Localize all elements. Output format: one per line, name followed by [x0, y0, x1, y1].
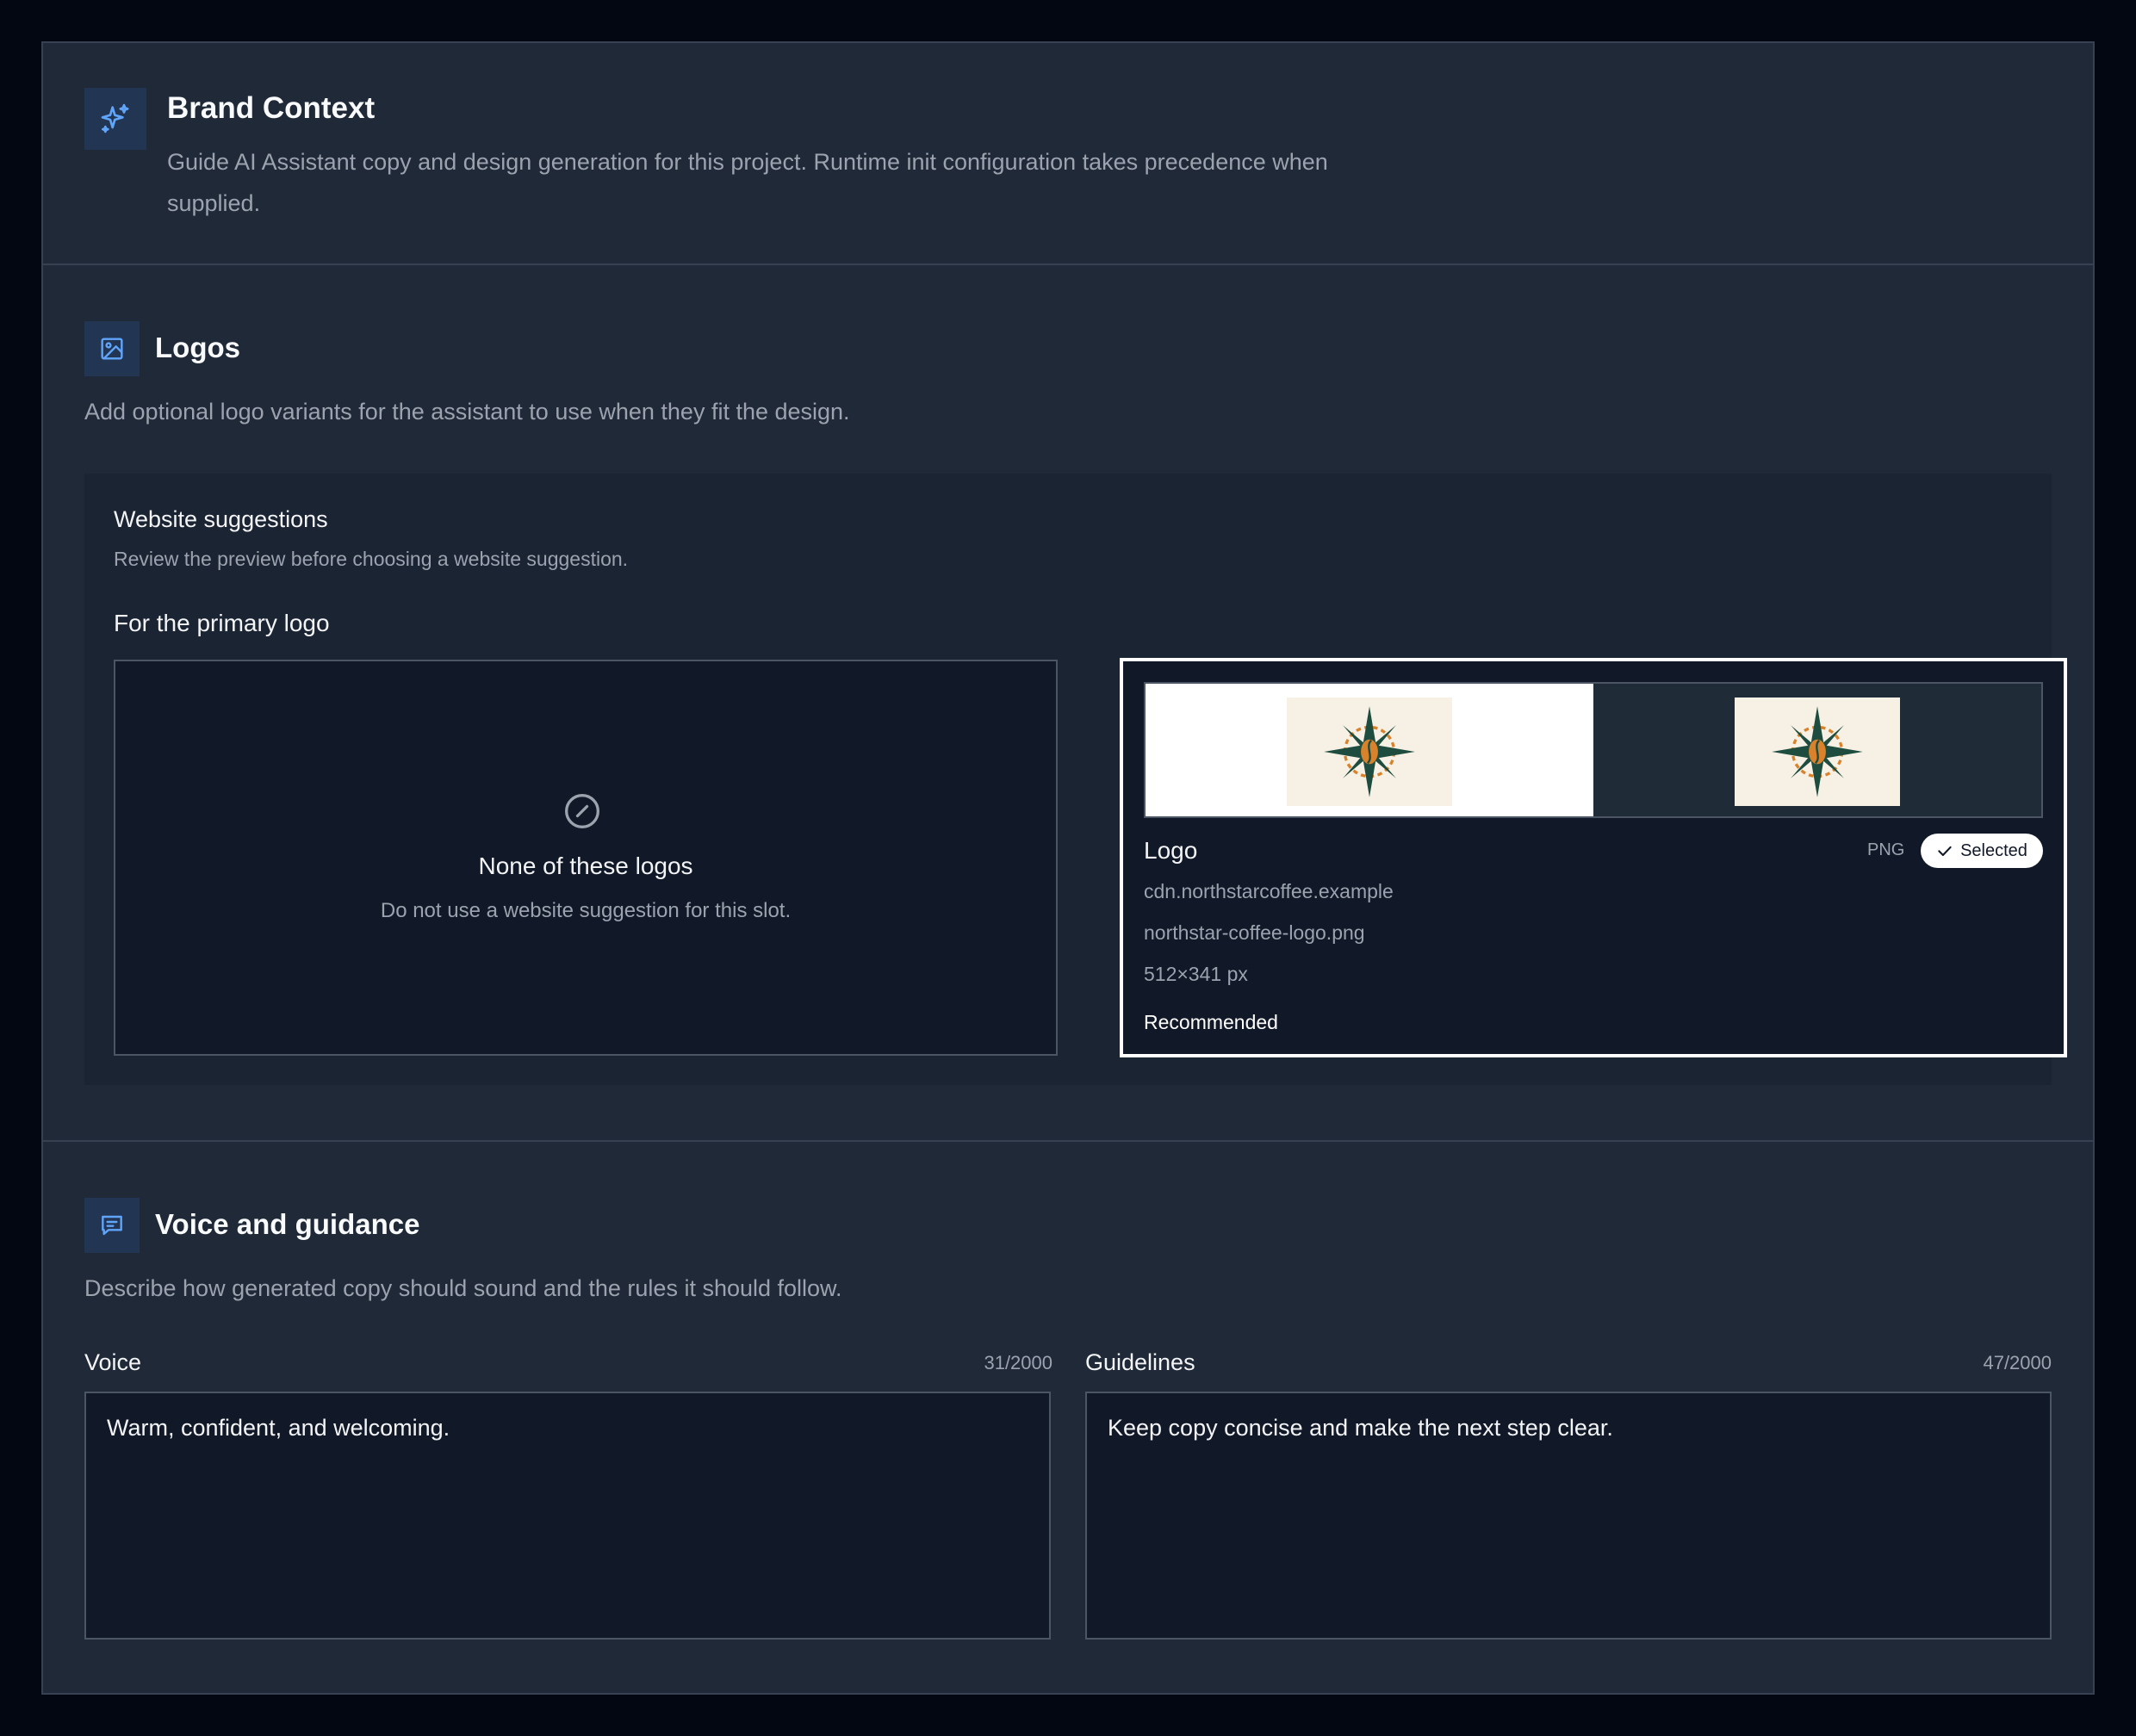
logo-filename: northstar-coffee-logo.png: [1144, 921, 1365, 944]
voice-textarea[interactable]: Warm, confident, and welcoming.: [84, 1392, 1051, 1640]
image-icon: [84, 321, 140, 376]
logo-preview: [1144, 682, 2043, 818]
primary-logo-label: For the primary logo: [114, 610, 330, 636]
ban-icon: [565, 794, 599, 828]
brand-context-card: Brand Context Guide AI Assistant copy an…: [41, 41, 2095, 1695]
logos-title: Logos: [155, 332, 240, 363]
guidelines-label: Guidelines: [1085, 1349, 1195, 1375]
logos-description: Add optional logo variants for the assis…: [84, 399, 850, 425]
logo-name: Logo: [1144, 837, 1198, 864]
message-icon: [84, 1198, 140, 1253]
recommended-label: Recommended: [1144, 1011, 1278, 1033]
suggestions-subtitle: Review the preview before choosing a web…: [114, 548, 629, 570]
guidelines-counter: 47/2000: [1983, 1352, 2052, 1373]
northstar-coffee-logo: [1735, 698, 1900, 806]
logo-preview-light: [1146, 684, 1593, 816]
selected-badge-label: Selected: [1960, 840, 2027, 860]
logo-format: PNG: [1867, 840, 1905, 859]
none-of-these-logos-option[interactable]: None of these logos Do not use a website…: [114, 660, 1058, 1056]
page-title: Brand Context: [167, 91, 376, 125]
none-option-description: Do not use a website suggestion for this…: [380, 899, 792, 922]
voice-section-title: Voice and guidance: [155, 1208, 420, 1240]
suggestions-title: Website suggestions: [114, 506, 328, 532]
logo-dimensions: 512×341 px: [1144, 963, 1248, 985]
logo-suggestion-card[interactable]: Logo PNG Selected cdn.northstarcoffee.ex…: [1120, 658, 2067, 1057]
check-icon: [1938, 846, 1952, 857]
voice-label: Voice: [84, 1349, 142, 1375]
sparkles-icon: [84, 88, 146, 150]
northstar-coffee-logo: [1287, 698, 1452, 806]
section-divider: [43, 264, 2093, 265]
voice-section-description: Describe how generated copy should sound…: [84, 1275, 842, 1301]
website-suggestions-panel: Website suggestions Review the preview b…: [84, 474, 2067, 1085]
logo-domain: cdn.northstarcoffee.example: [1144, 880, 1394, 902]
logo-preview-dark: [1593, 684, 2041, 816]
guidelines-textarea[interactable]: Keep copy concise and make the next step…: [1085, 1392, 2052, 1640]
voice-counter: 31/2000: [984, 1352, 1052, 1373]
selected-badge: Selected: [1921, 834, 2043, 868]
none-option-title: None of these logos: [478, 852, 693, 879]
section-divider: [43, 1140, 2093, 1142]
page-description: Guide AI Assistant copy and design gener…: [167, 149, 1328, 216]
